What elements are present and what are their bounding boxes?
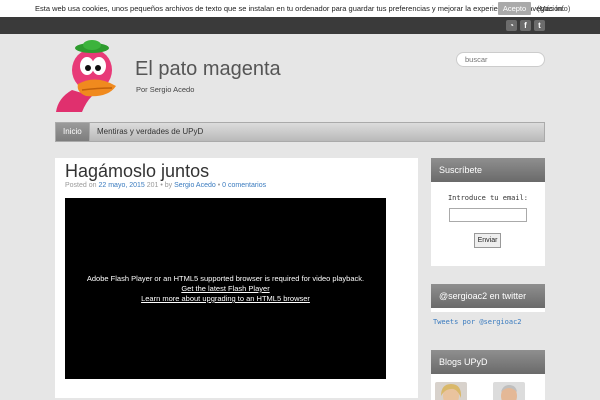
email-label: Introduce tu email: <box>431 194 545 202</box>
post-meta-separator: • <box>218 182 220 189</box>
flash-player-link[interactable]: Get the latest Flash Player <box>65 284 386 293</box>
post-author-link[interactable]: Sergio Acedo <box>174 182 216 189</box>
search-input[interactable] <box>456 52 545 67</box>
twitter-icon[interactable]: t <box>534 20 545 31</box>
rss-icon[interactable]: ◔ <box>506 20 517 31</box>
post-meta: Posted on 22 mayo, 2015 201 • by Sergio … <box>65 182 266 189</box>
cookie-more-info-link[interactable]: (Más info) <box>537 4 570 13</box>
tweets-link[interactable]: Tweets por @sergioac2 <box>433 318 522 326</box>
post-date-link[interactable]: 22 mayo, 2015 <box>98 182 144 189</box>
cookie-accept-button[interactable]: Acepto <box>498 2 531 15</box>
nav-item-mentiras-upyd[interactable]: Mentiras y verdades de UPyD <box>90 123 210 141</box>
avatar[interactable] <box>493 382 525 400</box>
post-meta-prefix: Posted on <box>65 182 97 189</box>
site-subtitle: Por Sergio Acedo <box>136 85 194 94</box>
subscribe-widget-title: Suscríbete <box>431 158 545 182</box>
blogs-widget: Blogs UPyD <box>431 350 545 400</box>
post-card: Hagámoslo juntos Posted on 22 mayo, 2015… <box>55 158 418 398</box>
post-by-label: • by <box>160 182 172 189</box>
post-year-fragment: 201 <box>147 182 159 189</box>
site-title[interactable]: El pato magenta <box>135 58 281 81</box>
cookie-bar: Esta web usa cookies, unos pequeños arch… <box>0 0 600 17</box>
duck-logo-icon[interactable] <box>52 40 124 114</box>
main-nav: Inicio Mentiras y verdades de UPyD <box>55 122 545 142</box>
twitter-widget: @sergioac2 en twitter <box>431 284 545 312</box>
video-message: Adobe Flash Player or an HTML5 supported… <box>65 274 386 283</box>
nav-item-inicio[interactable]: Inicio <box>56 123 89 141</box>
cookie-notice-text: Esta web usa cookies, unos pequeños arch… <box>35 4 565 13</box>
top-bar: ◔ f t <box>0 17 600 34</box>
subscribe-widget: Suscríbete Introduce tu email: Enviar <box>431 158 545 266</box>
post-title[interactable]: Hagámoslo juntos <box>65 161 209 182</box>
twitter-widget-title: @sergioac2 en twitter <box>431 284 545 308</box>
post-comments-link[interactable]: 0 comentarios <box>222 182 266 189</box>
send-button[interactable]: Enviar <box>474 233 501 248</box>
email-field[interactable] <box>449 208 527 222</box>
blogs-widget-title: Blogs UPyD <box>431 350 545 374</box>
html5-upgrade-link[interactable]: Learn more about upgrading to an HTML5 b… <box>65 294 386 303</box>
video-player[interactable]: Adobe Flash Player or an HTML5 supported… <box>65 198 386 379</box>
facebook-icon[interactable]: f <box>520 20 531 31</box>
avatar[interactable] <box>435 382 467 400</box>
